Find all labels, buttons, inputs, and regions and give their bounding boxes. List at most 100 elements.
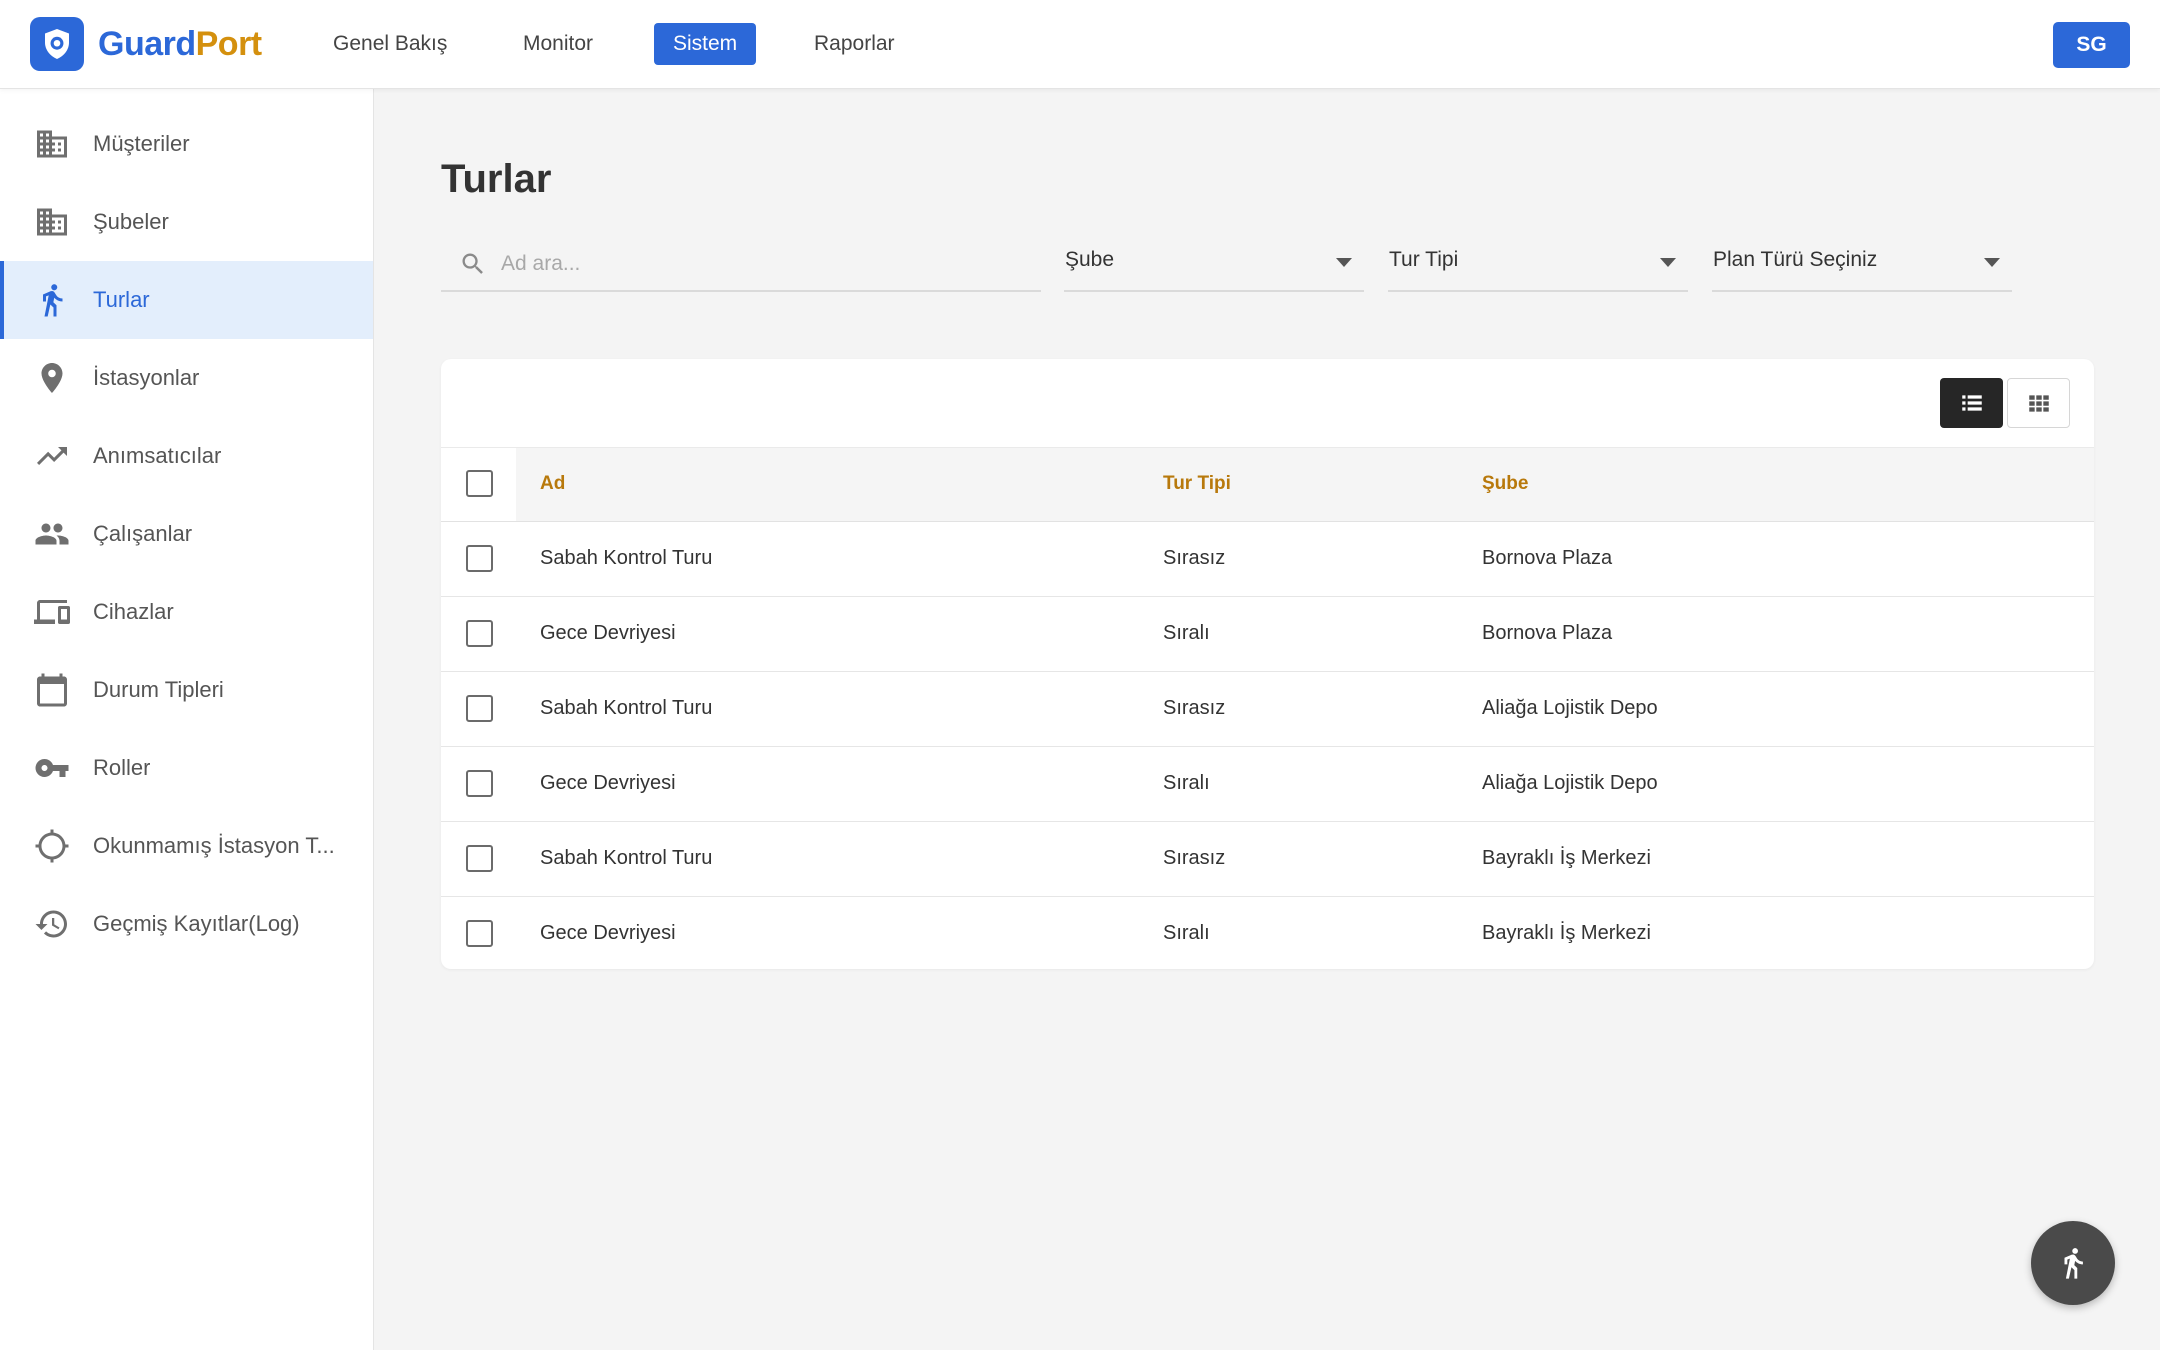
trending-up-icon <box>33 437 71 475</box>
search-icon <box>459 250 487 278</box>
sidebar-item-calisanlar[interactable]: Çalışanlar <box>0 495 373 573</box>
cell-branch: Bornova Plaza <box>1482 547 1613 569</box>
sidebar-item-label: Cihazlar <box>93 599 174 624</box>
cell-branch: Bayraklı İş Merkezi <box>1482 847 1651 869</box>
sidebar-item-label: Müşteriler <box>93 131 190 156</box>
sidebar-item-label: Şubeler <box>93 209 169 234</box>
app-name: GuardPort <box>98 25 262 64</box>
people-icon <box>33 515 71 553</box>
sidebar-item-label: Geçmiş Kayıtlar(Log) <box>93 911 300 936</box>
shield-logo-icon <box>30 17 84 71</box>
column-header-sube[interactable]: Şube <box>1482 473 1528 495</box>
cell-name: Gece Devriyesi <box>540 772 676 794</box>
row-checkbox[interactable] <box>466 620 493 647</box>
app-name-guard: Guard <box>98 24 196 63</box>
crosshair-icon <box>33 827 71 865</box>
column-header-tur-tipi[interactable]: Tur Tipi <box>1163 473 1231 495</box>
building-icon <box>33 203 71 241</box>
sidebar: Müşteriler Şubeler Turlar İstasyonlar An… <box>0 89 374 1350</box>
cell-name: Gece Devriyesi <box>540 622 676 644</box>
cell-tour-type: Sıralı <box>1163 622 1210 644</box>
sidebar-item-label: Çalışanlar <box>93 521 193 546</box>
cell-tour-type: Sırasız <box>1163 547 1226 569</box>
row-checkbox[interactable] <box>466 695 493 722</box>
search-input[interactable] <box>501 244 1021 284</box>
row-checkbox[interactable] <box>466 545 493 572</box>
location-pin-icon <box>33 359 71 397</box>
plan-type-select-value: Plan Türü Seçiniz <box>1713 248 1878 271</box>
dropdown-arrow-icon <box>1984 258 2000 267</box>
user-avatar-button[interactable]: SG <box>2053 22 2130 68</box>
table-row[interactable]: Sabah Kontrol Turu Sırasız Aliağa Lojist… <box>441 672 2094 747</box>
key-icon <box>33 749 71 787</box>
grid-view-icon <box>2028 395 2049 412</box>
table-header-background <box>516 448 2094 521</box>
cell-tour-type: Sırasız <box>1163 847 1226 869</box>
calendar-icon <box>33 671 71 709</box>
sidebar-item-okunmamis-istasyon[interactable]: Okunmamış İstasyon T... <box>0 807 373 885</box>
sidebar-item-gecmis-kayitlar[interactable]: Geçmiş Kayıtlar(Log) <box>0 885 373 963</box>
walking-icon <box>33 281 71 319</box>
sidebar-item-label: Roller <box>93 755 151 780</box>
search-field[interactable] <box>441 238 1041 292</box>
cell-branch: Aliağa Lojistik Depo <box>1482 697 1658 719</box>
table-row[interactable]: Gece Devriyesi Sıralı Aliağa Lojistik De… <box>441 747 2094 822</box>
cell-tour-type: Sıralı <box>1163 922 1210 944</box>
dropdown-arrow-icon <box>1660 258 1676 267</box>
row-checkbox[interactable] <box>466 845 493 872</box>
branch-select[interactable]: Şube <box>1064 238 1364 292</box>
row-checkbox[interactable] <box>466 920 493 947</box>
dropdown-arrow-icon <box>1336 258 1352 267</box>
nav-sistem[interactable]: Sistem <box>654 23 757 65</box>
cell-branch: Bornova Plaza <box>1482 622 1613 644</box>
building-icon <box>33 125 71 163</box>
app-name-port: Port <box>195 24 263 63</box>
column-header-ad[interactable]: Ad <box>540 473 565 495</box>
table-header: Ad Tur Tipi Şube <box>441 447 2094 522</box>
sidebar-item-turlar[interactable]: Turlar <box>0 261 373 339</box>
table-row[interactable]: Gece Devriyesi Sıralı Bayraklı İş Merkez… <box>441 897 2094 969</box>
app-logo[interactable]: GuardPort <box>30 17 262 71</box>
sidebar-item-label: Turlar <box>93 287 150 312</box>
nav-raporlar[interactable]: Raporlar <box>795 23 914 65</box>
tours-table-card: Ad Tur Tipi Şube Sabah Kontrol Turu Sıra… <box>441 359 2094 969</box>
sidebar-item-label: Anımsatıcılar <box>93 443 222 468</box>
list-view-button[interactable] <box>1940 378 2003 428</box>
table-row[interactable]: Sabah Kontrol Turu Sırasız Bornova Plaza <box>441 522 2094 597</box>
sidebar-item-istasyonlar[interactable]: İstasyonlar <box>0 339 373 417</box>
cell-name: Sabah Kontrol Turu <box>540 547 713 569</box>
floating-action-button[interactable] <box>2031 1221 2115 1305</box>
sidebar-item-cihazlar[interactable]: Cihazlar <box>0 573 373 651</box>
cell-tour-type: Sıralı <box>1163 772 1210 794</box>
walking-icon <box>2064 1248 2083 1279</box>
cell-tour-type: Sırasız <box>1163 697 1226 719</box>
nav-monitor[interactable]: Monitor <box>504 23 612 65</box>
sidebar-item-label: Okunmamış İstasyon T... <box>93 833 335 858</box>
cell-branch: Bayraklı İş Merkezi <box>1482 922 1651 944</box>
sidebar-item-label: Durum Tipleri <box>93 677 224 702</box>
plan-type-select[interactable]: Plan Türü Seçiniz <box>1712 238 2012 292</box>
history-icon <box>33 905 71 943</box>
cell-branch: Aliağa Lojistik Depo <box>1482 772 1658 794</box>
sidebar-item-durum-tipleri[interactable]: Durum Tipleri <box>0 651 373 729</box>
devices-icon <box>33 593 71 631</box>
row-checkbox[interactable] <box>466 770 493 797</box>
nav-genel-bakis[interactable]: Genel Bakış <box>314 23 466 65</box>
select-all-checkbox[interactable] <box>466 470 493 497</box>
branch-select-value: Şube <box>1065 248 1115 271</box>
table-row[interactable]: Gece Devriyesi Sıralı Bornova Plaza <box>441 597 2094 672</box>
cell-name: Sabah Kontrol Turu <box>540 697 713 719</box>
sidebar-item-label: İstasyonlar <box>93 365 200 390</box>
sidebar-item-animsaticilar[interactable]: Anımsatıcılar <box>0 417 373 495</box>
cell-name: Sabah Kontrol Turu <box>540 847 713 869</box>
cell-name: Gece Devriyesi <box>540 922 676 944</box>
page-title: Turlar <box>441 157 552 201</box>
tour-type-select-value: Tur Tipi <box>1389 248 1459 271</box>
list-view-icon <box>1961 395 1982 411</box>
grid-view-button[interactable] <box>2007 378 2070 428</box>
table-row[interactable]: Sabah Kontrol Turu Sırasız Bayraklı İş M… <box>441 822 2094 897</box>
tour-type-select[interactable]: Tur Tipi <box>1388 238 1688 292</box>
sidebar-item-roller[interactable]: Roller <box>0 729 373 807</box>
sidebar-item-musteriler[interactable]: Müşteriler <box>0 105 373 183</box>
sidebar-item-subeler[interactable]: Şubeler <box>0 183 373 261</box>
